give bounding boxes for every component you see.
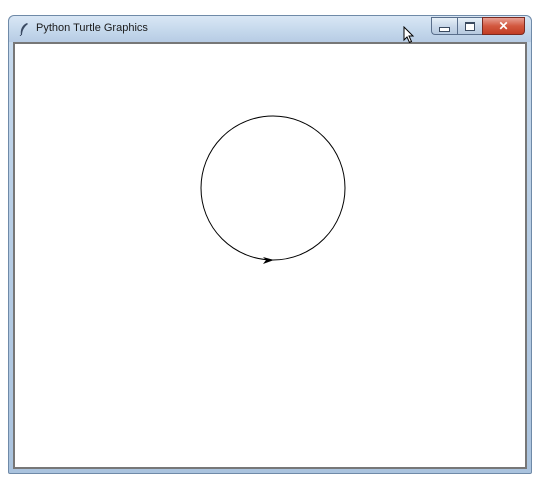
turtle-canvas[interactable]	[16, 45, 524, 466]
close-icon: ✕	[498, 19, 509, 33]
feather-icon	[19, 23, 28, 36]
minimize-button[interactable]	[431, 17, 457, 35]
window-title: Python Turtle Graphics	[36, 22, 148, 34]
turtle-window: Python Turtle Graphics ✕	[8, 15, 532, 474]
title-bar[interactable]: Python Turtle Graphics ✕	[9, 16, 531, 42]
maximize-icon	[465, 21, 475, 31]
canvas-frame	[13, 42, 527, 469]
minimize-icon	[439, 26, 450, 32]
window-controls: ✕	[431, 17, 525, 35]
turtle-drawing	[200, 115, 346, 264]
arrow-turtle-icon	[263, 257, 274, 264]
maximize-button[interactable]	[457, 17, 482, 35]
drawn-circle	[200, 115, 346, 261]
mouse-pointer-icon	[403, 26, 415, 44]
close-button[interactable]: ✕	[482, 17, 525, 35]
